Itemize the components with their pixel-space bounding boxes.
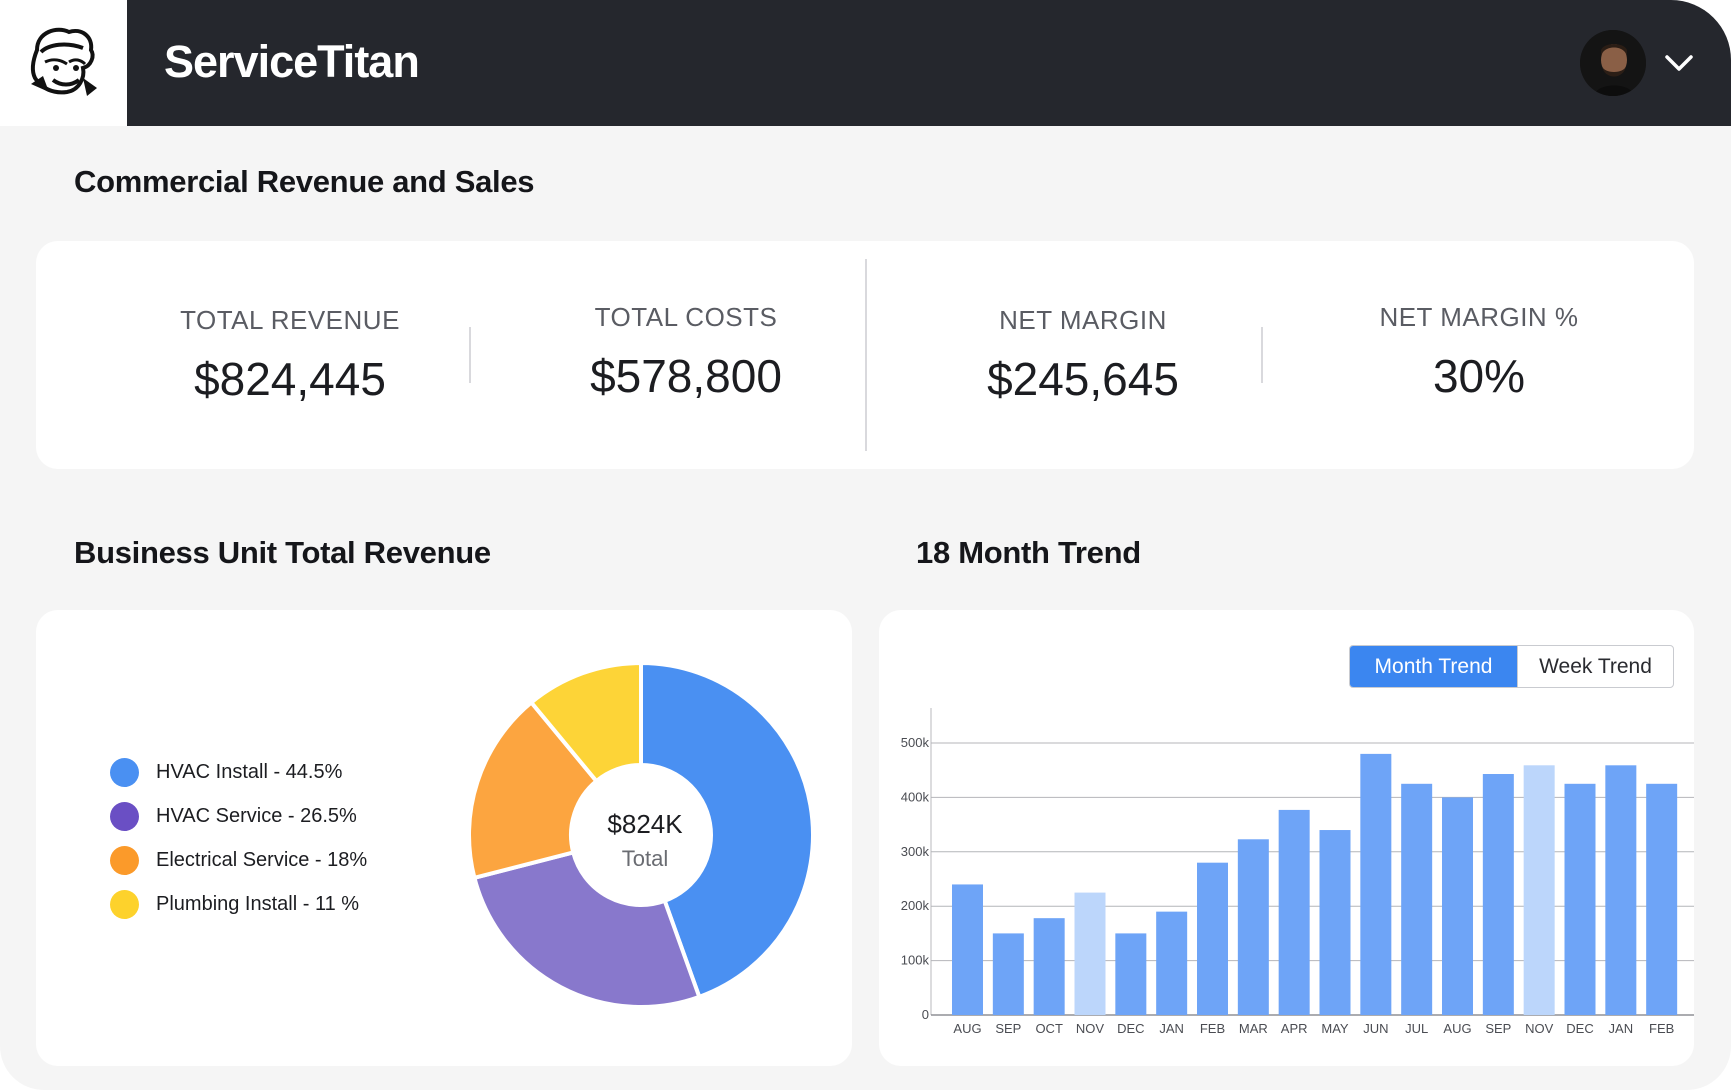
trend-toggle: Month Trend Week Trend <box>1349 645 1674 688</box>
bar-dec-4[interactable] <box>1115 933 1147 1015</box>
bar-jan-5[interactable] <box>1156 911 1188 1015</box>
legend-item-plumbing-install[interactable]: Plumbing Install - 11 % <box>110 889 359 919</box>
brand-name: ServiceTitan <box>164 36 420 87</box>
kpi-label: TOTAL REVENUE <box>180 305 400 335</box>
legend-swatch <box>110 801 139 831</box>
legend-swatch <box>110 757 139 787</box>
x-tick-label: FEB <box>1649 1021 1674 1036</box>
bar-may-9[interactable] <box>1319 830 1351 1015</box>
kpi-net-margin: NET MARGIN $245,645 <box>903 305 1263 406</box>
x-tick-label: JUL <box>1405 1021 1428 1036</box>
week-trend-button[interactable]: Week Trend <box>1517 646 1673 687</box>
logo[interactable] <box>0 0 127 126</box>
legend-label: Electrical Service - 18% <box>156 848 368 871</box>
kpi-value: $824,445 <box>194 353 386 405</box>
trend-bar-chart: 0 100k 200k 300k 400k 500k AUG SEP OCT NOV DEC JAN F… <box>901 708 1694 1036</box>
user-avatar[interactable] <box>1580 30 1646 96</box>
bar-sep-1[interactable] <box>992 933 1024 1015</box>
kpi-value: 30% <box>1432 350 1526 402</box>
bar-jun-10[interactable] <box>1360 753 1392 1015</box>
bar-dec-15[interactable] <box>1564 783 1596 1015</box>
legend-swatch <box>110 845 139 875</box>
top-header: ServiceTitan <box>0 0 1731 126</box>
x-tick-label: NOV <box>1076 1021 1105 1036</box>
trend-title: 18 Month Trend <box>916 535 1141 570</box>
donut-center-value: $824K <box>607 809 683 839</box>
x-tick-label: DEC <box>1117 1021 1144 1036</box>
y-tick-label: 400k <box>901 789 930 804</box>
bar-nov-3[interactable] <box>1074 892 1106 1015</box>
legend-label: HVAC Install - 44.5% <box>156 760 343 783</box>
kpi-divider <box>469 327 471 383</box>
legend-label: Plumbing Install - 11 % <box>156 892 360 915</box>
legend-item-electrical-service[interactable]: Electrical Service - 18% <box>110 845 367 875</box>
kpi-value: $245,645 <box>987 353 1179 405</box>
kpi-net-margin-percent: NET MARGIN % 30% <box>1299 302 1659 403</box>
kpi-divider <box>1261 327 1263 383</box>
bar-sep-13[interactable] <box>1482 774 1514 1015</box>
x-tick-label: NOV <box>1525 1021 1554 1036</box>
y-tick-label: 300k <box>901 844 930 859</box>
legend-swatch <box>110 889 139 919</box>
kpi-card: TOTAL REVENUE $824,445 TOTAL COSTS $578,… <box>36 241 1694 469</box>
bar-jan-16[interactable] <box>1605 765 1637 1015</box>
y-tick-label: 500k <box>901 735 930 750</box>
donut-center-label: Total <box>621 846 669 871</box>
x-tick-label: MAR <box>1239 1021 1268 1036</box>
bar-aug-12[interactable] <box>1442 797 1473 1015</box>
business-unit-card: HVAC Install - 44.5% HVAC Service - 26.5… <box>36 610 852 1066</box>
legend-label: HVAC Service - 26.5% <box>156 804 357 827</box>
x-tick-label: FEB <box>1200 1021 1225 1036</box>
x-tick-label: SEP <box>1485 1021 1511 1036</box>
legend-item-hvac-service[interactable]: HVAC Service - 26.5% <box>110 801 357 831</box>
y-tick-label: 200k <box>901 898 930 913</box>
x-tick-label: JAN <box>1159 1021 1184 1036</box>
kpi-total-costs: TOTAL COSTS $578,800 <box>506 302 866 403</box>
x-tick-label: MAY <box>1321 1021 1349 1036</box>
bar-oct-2[interactable] <box>1033 918 1065 1015</box>
kpi-value: $578,800 <box>590 350 782 402</box>
kpi-total-revenue: TOTAL REVENUE $824,445 <box>110 305 470 406</box>
x-tick-label: APR <box>1281 1021 1308 1036</box>
y-tick-label: 0 <box>922 1007 929 1022</box>
kpi-label: TOTAL COSTS <box>594 302 778 332</box>
x-tick-label: JUN <box>1363 1021 1388 1036</box>
bar-jul-11[interactable] <box>1401 783 1433 1015</box>
bar-mar-7[interactable] <box>1237 839 1269 1015</box>
legend-item-hvac-install[interactable]: HVAC Install - 44.5% <box>110 757 342 787</box>
x-tick-label: SEP <box>995 1021 1021 1036</box>
bar-nov-14[interactable] <box>1523 765 1555 1015</box>
bar-feb-17[interactable] <box>1646 783 1678 1015</box>
avatar-image <box>1580 30 1646 96</box>
dashboard-frame: ServiceTitan Commercial Revenue and Sale… <box>0 0 1731 1090</box>
x-tick-label: JAN <box>1609 1021 1634 1036</box>
bar-aug-0[interactable] <box>952 884 983 1015</box>
summary-title: Commercial Revenue and Sales <box>74 164 535 199</box>
kpi-label: NET MARGIN % <box>1379 302 1579 332</box>
y-tick-label: 100k <box>901 953 930 968</box>
kpi-section-divider <box>865 259 867 451</box>
business-unit-title: Business Unit Total Revenue <box>74 535 491 570</box>
bar-apr-8[interactable] <box>1278 809 1310 1015</box>
donut-slice-hvac-service[interactable] <box>471 849 702 1009</box>
chevron-down-icon[interactable] <box>1663 48 1695 78</box>
x-tick-label: AUG <box>953 1021 981 1036</box>
x-tick-label: OCT <box>1035 1021 1063 1036</box>
kpi-label: NET MARGIN <box>999 305 1167 335</box>
month-trend-button[interactable]: Month Trend <box>1350 646 1517 687</box>
x-tick-label: AUG <box>1443 1021 1471 1036</box>
titan-mascot-icon <box>30 27 97 96</box>
x-tick-label: DEC <box>1566 1021 1593 1036</box>
bar-feb-6[interactable] <box>1197 862 1228 1015</box>
